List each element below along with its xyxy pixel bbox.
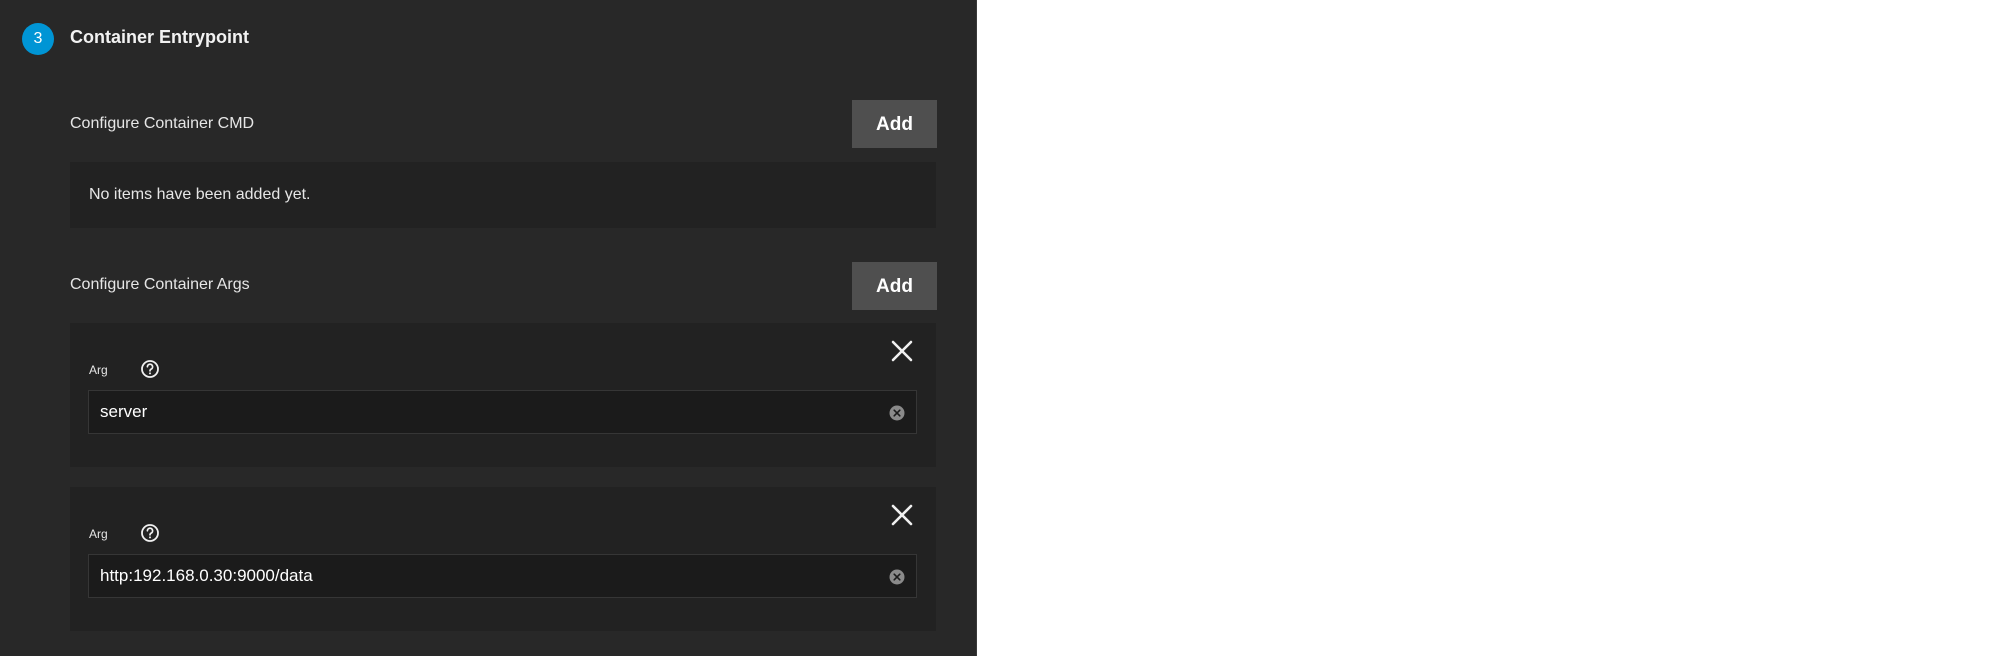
add-arg-button[interactable]: Add <box>852 262 937 310</box>
arg-item: Arg <box>70 487 936 631</box>
clear-circle-icon[interactable] <box>889 569 905 585</box>
arg-item: Arg <box>70 323 936 467</box>
arg-input[interactable] <box>100 555 870 597</box>
step-title: Container Entrypoint <box>70 27 249 47</box>
cmd-empty-text: No items have been added yet. <box>89 186 311 203</box>
help-circle-icon[interactable] <box>140 359 160 379</box>
arg-input-wrapper <box>88 554 917 598</box>
step-number-badge: 3 <box>22 23 54 55</box>
arg-label: Arg <box>89 527 108 541</box>
arg-label: Arg <box>89 363 108 377</box>
help-circle-icon[interactable] <box>140 523 160 543</box>
clear-circle-icon[interactable] <box>889 405 905 421</box>
entrypoint-panel: 3 Container Entrypoint Configure Contain… <box>0 0 977 656</box>
arg-input[interactable] <box>100 391 870 433</box>
arg-input-wrapper <box>88 390 917 434</box>
cmd-empty-list: No items have been added yet. <box>70 162 936 228</box>
add-cmd-button[interactable]: Add <box>852 100 937 148</box>
close-icon[interactable] <box>888 501 916 529</box>
close-icon[interactable] <box>888 337 916 365</box>
cmd-section-label: Configure Container CMD <box>70 115 255 132</box>
args-section-label: Configure Container Args <box>70 276 250 293</box>
